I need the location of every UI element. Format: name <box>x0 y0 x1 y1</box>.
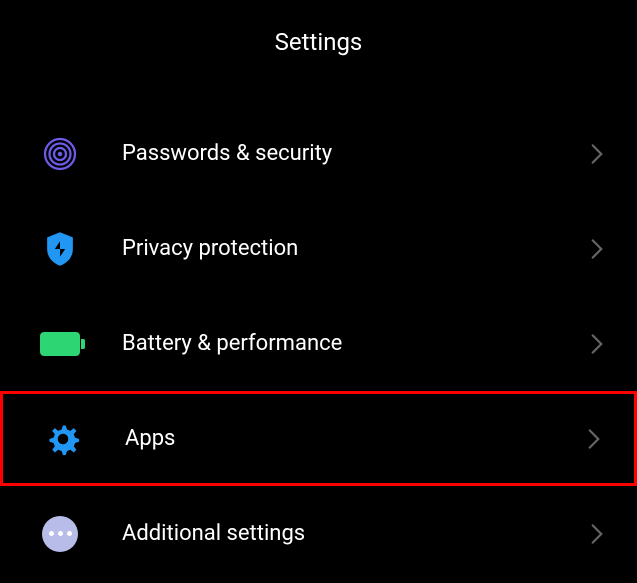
settings-item-battery-performance[interactable]: Battery & performance <box>0 296 637 391</box>
battery-icon <box>40 324 80 364</box>
gear-icon <box>43 419 83 459</box>
settings-item-label: Privacy protection <box>122 236 587 261</box>
settings-item-passwords-security[interactable]: Passwords & security <box>0 106 637 201</box>
more-dots-icon <box>40 514 80 554</box>
fingerprint-icon <box>40 134 80 174</box>
chevron-right-icon <box>584 424 604 454</box>
settings-item-apps[interactable]: Apps <box>0 391 637 486</box>
settings-header: Settings <box>0 0 637 56</box>
settings-item-label: Battery & performance <box>122 331 587 356</box>
page-title: Settings <box>0 28 637 56</box>
chevron-right-icon <box>587 234 607 264</box>
chevron-right-icon <box>587 329 607 359</box>
chevron-right-icon <box>587 139 607 169</box>
settings-item-label: Apps <box>125 426 584 451</box>
settings-list: Passwords & security Privacy protection … <box>0 56 637 581</box>
settings-item-label: Passwords & security <box>122 141 587 166</box>
settings-item-privacy-protection[interactable]: Privacy protection <box>0 201 637 296</box>
settings-item-additional-settings[interactable]: Additional settings <box>0 486 637 581</box>
shield-icon <box>40 229 80 269</box>
settings-item-label: Additional settings <box>122 521 587 546</box>
chevron-right-icon <box>587 519 607 549</box>
